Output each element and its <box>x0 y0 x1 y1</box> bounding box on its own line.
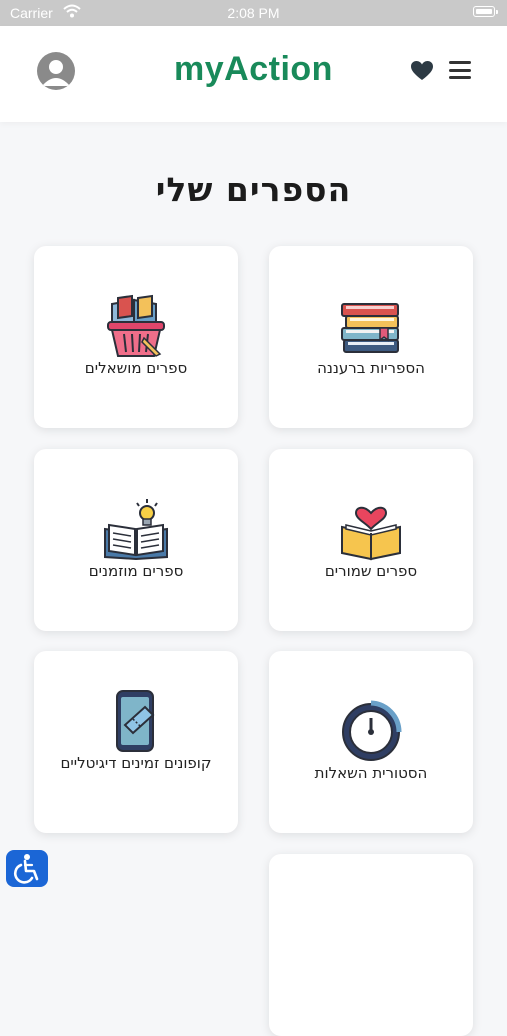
history-clock-icon <box>342 700 402 761</box>
battery-icon <box>473 6 498 17</box>
card-borrowed-books[interactable]: ספרים מושאלים <box>34 246 238 428</box>
card-saved-books[interactable]: ספרים שמורים <box>269 449 473 631</box>
card-label: ספרים מוזמנים <box>88 562 184 580</box>
card-label: קופונים זמינים דיגיטליים <box>60 754 212 772</box>
card-label: הספריות ברעננה <box>317 359 425 377</box>
card-digital-coupons[interactable]: קופונים זמינים דיגיטליים <box>34 651 238 833</box>
page-title: הספרים שלי <box>155 170 352 209</box>
app-header: myAction <box>0 26 507 122</box>
card-ordered-books[interactable]: ספרים מוזמנים <box>34 449 238 631</box>
status-bar: Carrier 2:08 PM <box>0 0 507 26</box>
card-label: הסטורית השאלות <box>314 764 428 782</box>
stacked-books-icon <box>341 303 399 353</box>
card-label: ספרים מושאלים <box>84 359 188 377</box>
card-label: ספרים שמורים <box>324 562 418 580</box>
card-libraries[interactable]: הספריות ברעננה <box>269 246 473 428</box>
accessibility-button[interactable] <box>6 850 48 887</box>
heart-book-icon <box>341 506 401 561</box>
book-basket-icon <box>107 294 165 357</box>
phone-coupon-icon <box>116 690 155 752</box>
wheelchair-icon <box>14 854 39 884</box>
status-time: 2:08 PM <box>227 5 280 21</box>
card-loan-history[interactable]: הסטורית השאלות <box>269 651 473 833</box>
idea-book-icon <box>104 499 168 561</box>
card-partial[interactable] <box>269 854 473 1036</box>
hamburger-menu-icon[interactable] <box>449 60 471 80</box>
favorites-heart-icon[interactable] <box>410 60 434 82</box>
